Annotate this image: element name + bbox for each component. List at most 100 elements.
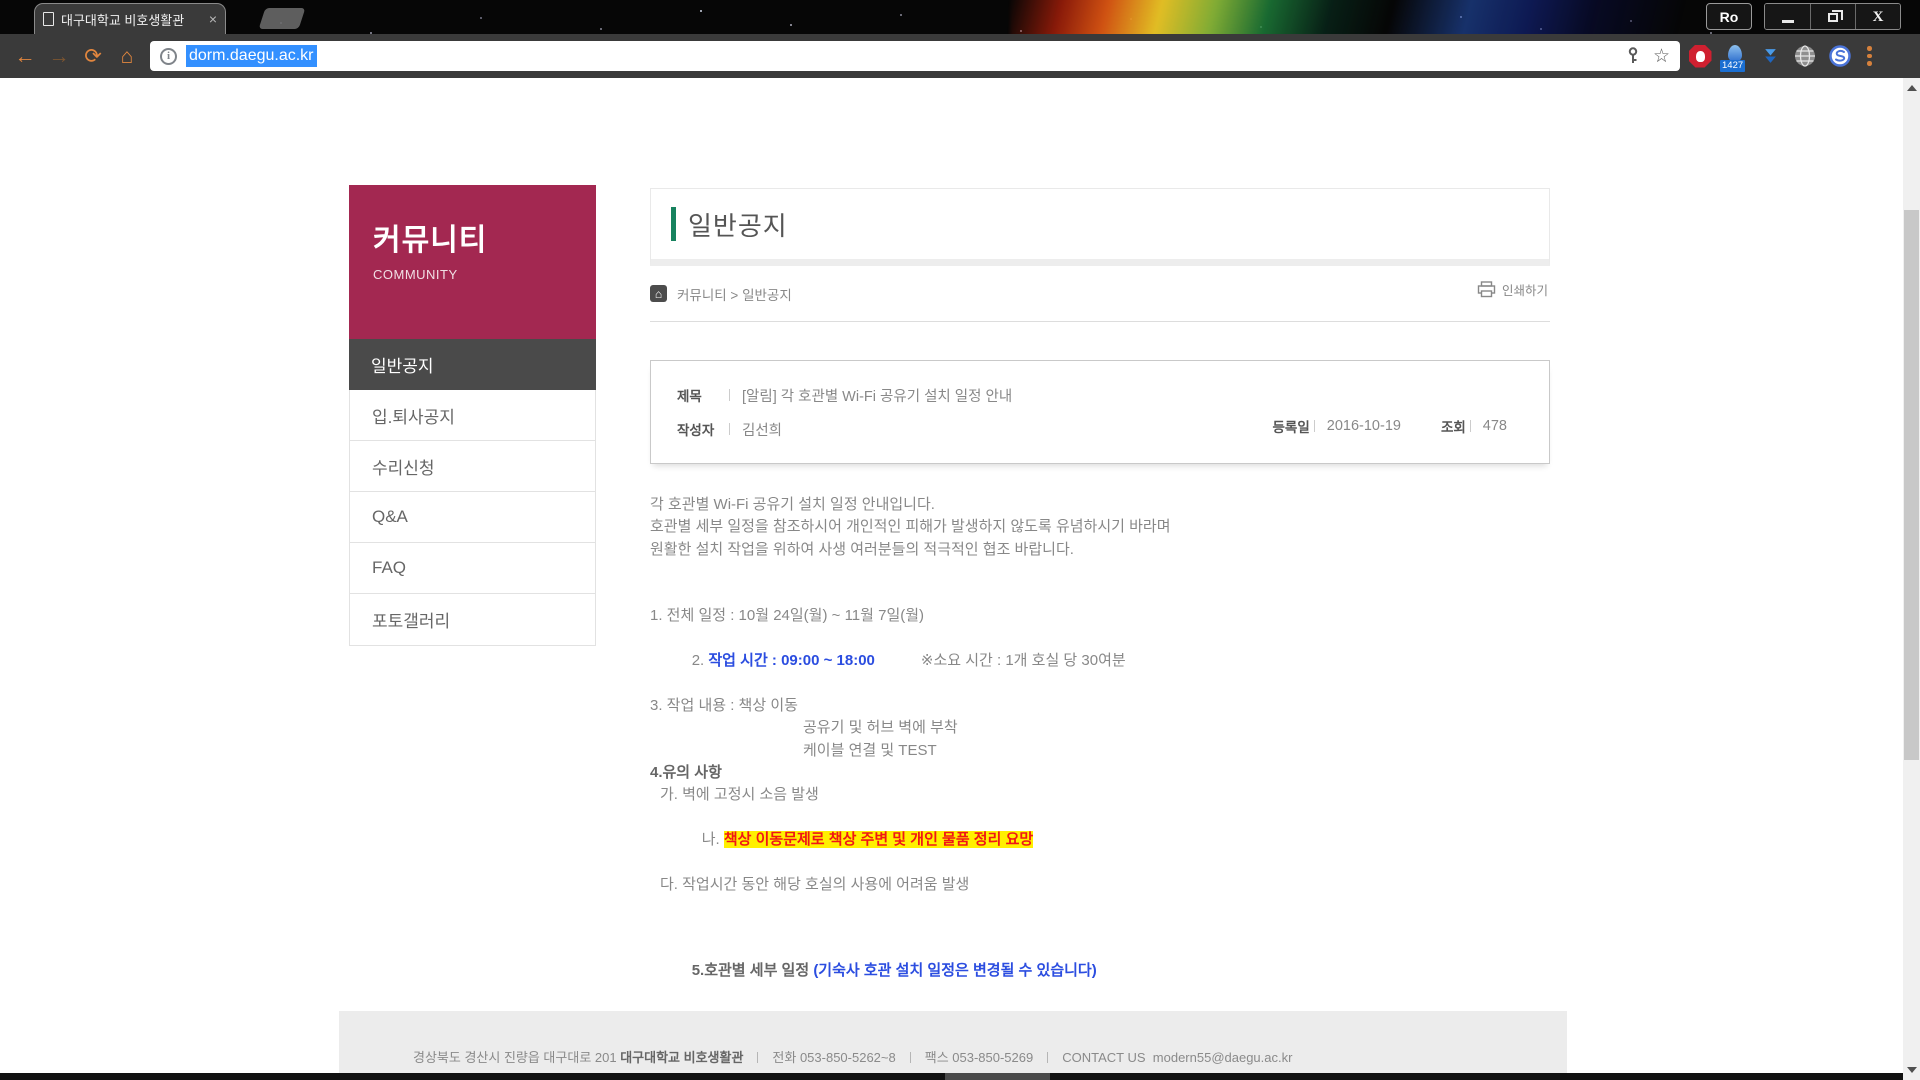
page-title: 일반공지 bbox=[688, 206, 788, 243]
sidebar-item-general-notice[interactable]: 일반공지 bbox=[349, 339, 596, 390]
sidebar-menu: 일반공지 입.퇴사공지 수리신청 Q&A FAQ 포토갤러리 bbox=[349, 339, 596, 646]
key-icon[interactable] bbox=[1625, 47, 1641, 65]
notice-date: 2016-10-19 bbox=[1327, 418, 1401, 434]
browser-window: 대구대학교 비호생활관 × Ro X ← → ⟳ ⌂ i dorm.daegu.… bbox=[0, 0, 1920, 1080]
sidebar-item-movein-notice[interactable]: 입.퇴사공지 bbox=[350, 390, 595, 441]
body-line: 공유기 및 허브 벽에 부착 bbox=[650, 717, 1550, 739]
sidebar-subtitle: COMMUNITY bbox=[373, 267, 572, 282]
new-tab-button[interactable] bbox=[259, 8, 306, 29]
notice-author: 김선희 bbox=[742, 419, 782, 440]
rainbow-wallpaper bbox=[1010, 0, 1770, 34]
sidebar: 커뮤니티 COMMUNITY 일반공지 입.퇴사공지 수리신청 Q&A FAQ … bbox=[349, 185, 596, 646]
divider bbox=[1470, 420, 1471, 432]
divider bbox=[729, 389, 730, 401]
views-label: 조회 bbox=[1441, 416, 1466, 436]
browser-tab[interactable]: 대구대학교 비호생활관 × bbox=[34, 3, 226, 34]
adblock-extension-icon[interactable] bbox=[1688, 44, 1712, 68]
restore-button[interactable] bbox=[1810, 4, 1855, 30]
date-label: 등록일 bbox=[1273, 416, 1310, 436]
footer-tel: 전화 053-850-5262~8 bbox=[772, 1050, 895, 1065]
notice-subject: [알림] 각 호관별 Wi-Fi 공유기 설치 일정 안내 bbox=[742, 385, 1012, 406]
section-heading: 4.유의 사항 bbox=[650, 764, 722, 781]
main-content: 일반공지 ⌂ 커뮤니티 > 일반공지 인쇄하기 제목 bbox=[650, 188, 1550, 1080]
body-text: 가. 벽에 고정시 소음 발생 bbox=[660, 786, 819, 803]
body-line: 각 호관별 Wi-Fi 공유기 설치 일정 안내입니다. bbox=[650, 494, 1550, 516]
body-text: ※소요 시간 : 1개 호실 당 30여분 bbox=[921, 652, 1126, 669]
download-manager-extension-icon[interactable]: 1427 bbox=[1723, 44, 1747, 68]
divider bbox=[1314, 420, 1315, 432]
taskbar-edge bbox=[0, 1073, 1920, 1080]
chrome-menu-icon[interactable] bbox=[1867, 46, 1872, 66]
wave-extension-icon[interactable] bbox=[1828, 44, 1852, 68]
globe-extension-icon[interactable] bbox=[1793, 44, 1817, 68]
notice-meta: 등록일 2016-10-19 조회 478 bbox=[1273, 416, 1507, 436]
body-line: 나. 책상 이동문제로 책상 주변 및 개인 물품 정리 요망 bbox=[650, 807, 1550, 874]
close-icon: X bbox=[1873, 9, 1884, 26]
body-line: 5.호관별 세부 일정 (기숙사 호관 설치 일정은 변경될 수 있습니다) bbox=[650, 938, 1550, 1005]
scroll-down-icon[interactable] bbox=[1907, 1067, 1917, 1073]
body-text: 나. bbox=[702, 831, 724, 848]
notice-views: 478 bbox=[1483, 418, 1507, 434]
download-count-badge: 1427 bbox=[1720, 60, 1745, 72]
download-arrow-extension-icon[interactable] bbox=[1758, 44, 1782, 68]
body-text: 다. 작업시간 동안 해당 호실의 사용에 어려움 발생 bbox=[660, 876, 969, 893]
forward-button[interactable]: → bbox=[42, 41, 76, 71]
printer-icon bbox=[1477, 281, 1496, 298]
body-text: 3. 작업 내용 : 책상 이동 bbox=[650, 697, 798, 714]
print-label: 인쇄하기 bbox=[1502, 280, 1548, 299]
footer-contact-label: CONTACT US bbox=[1062, 1050, 1145, 1065]
refresh-button[interactable]: ⟳ bbox=[76, 41, 110, 71]
scrollbar-thumb[interactable] bbox=[1904, 210, 1919, 760]
print-button[interactable]: 인쇄하기 bbox=[1477, 280, 1548, 299]
page-favicon-icon bbox=[43, 12, 54, 26]
body-line: 케이블 연결 및 TEST bbox=[650, 740, 1550, 762]
bookmark-star-icon[interactable]: ☆ bbox=[1653, 45, 1670, 68]
sidebar-item-photo-gallery[interactable]: 포토갤러리 bbox=[350, 594, 595, 645]
footer-contact-line: 경상북도 경산시 진량읍 대구대로 201 대구대학교 비호생활관전화 053-… bbox=[413, 1047, 1567, 1066]
scroll-up-icon[interactable] bbox=[1907, 85, 1917, 91]
divider bbox=[757, 1052, 758, 1063]
address-bar[interactable]: i dorm.daegu.ac.kr ☆ bbox=[150, 41, 1680, 71]
work-hours-highlight: 작업 시간 : 09:00 ~ 18:00 bbox=[708, 652, 875, 669]
title-accent-bar bbox=[671, 207, 676, 241]
home-icon[interactable]: ⌂ bbox=[650, 285, 667, 302]
breadcrumb: 커뮤니티 > 일반공지 bbox=[677, 284, 792, 304]
sidebar-item-faq[interactable]: FAQ bbox=[350, 543, 595, 594]
sidebar-title: 커뮤니티 bbox=[373, 215, 572, 259]
profile-button[interactable]: Ro bbox=[1706, 3, 1752, 30]
body-text: 1. 전체 일정 : 10월 24일(월) ~ 11월 7일(월) bbox=[650, 607, 924, 624]
window-controls: X bbox=[1764, 3, 1901, 30]
body-line: 3. 작업 내용 : 책상 이동 bbox=[650, 695, 1550, 717]
alert-highlight: 책상 이동문제로 책상 주변 및 개인 물품 정리 요망 bbox=[724, 831, 1033, 848]
body-text: 원활한 설치 작업을 위하여 사생 여러분들의 적극적인 협조 바랍니다. bbox=[650, 541, 1074, 558]
body-line: 다. 작업시간 동안 해당 호실의 사용에 어려움 발생 bbox=[650, 874, 1550, 896]
notice-info-box: 제목 [알림] 각 호관별 Wi-Fi 공유기 설치 일정 안내 작성자 김선희… bbox=[650, 360, 1550, 464]
tab-title: 대구대학교 비호생활관 bbox=[61, 10, 202, 29]
schedule-note-highlight: (기숙사 호관 설치 일정은 변경될 수 있습니다) bbox=[813, 962, 1096, 979]
minimize-button[interactable] bbox=[1765, 4, 1810, 30]
body-line: 가. 벽에 고정시 소음 발생 bbox=[650, 784, 1550, 806]
footer-email[interactable]: modern55@daegu.ac.kr bbox=[1153, 1050, 1293, 1065]
footer-fax: 팩스 053-850-5269 bbox=[925, 1050, 1034, 1065]
footer-site-name: 대구대학교 비호생활관 bbox=[620, 1050, 743, 1065]
body-text: 호관별 세부 일정을 참조하시어 개인적인 피해가 발생하지 않도록 유념하시기… bbox=[650, 518, 1171, 535]
sidebar-item-qna[interactable]: Q&A bbox=[350, 492, 595, 543]
sidebar-header: 커뮤니티 COMMUNITY bbox=[349, 185, 596, 339]
body-line: 호관별 세부 일정을 참조하시어 개인적인 피해가 발생하지 않도록 유념하시기… bbox=[650, 516, 1550, 538]
divider bbox=[729, 423, 730, 435]
taskbar-peek bbox=[945, 1073, 1050, 1080]
url-text[interactable]: dorm.daegu.ac.kr bbox=[186, 45, 317, 67]
page-info-icon[interactable]: i bbox=[160, 48, 177, 65]
back-button[interactable]: ← bbox=[8, 41, 42, 71]
page-background: 커뮤니티 COMMUNITY 일반공지 입.퇴사공지 수리신청 Q&A FAQ … bbox=[0, 78, 1920, 1080]
tab-close-icon[interactable]: × bbox=[209, 12, 217, 26]
body-text: 각 호관별 Wi-Fi 공유기 설치 일정 안내입니다. bbox=[650, 496, 935, 513]
divider bbox=[910, 1052, 911, 1063]
sidebar-item-repair-request[interactable]: 수리신청 bbox=[350, 441, 595, 492]
site-footer: 경상북도 경산시 진량읍 대구대로 201 대구대학교 비호생활관전화 053-… bbox=[339, 1011, 1567, 1080]
close-button[interactable]: X bbox=[1855, 4, 1900, 30]
body-line: 4.유의 사항 bbox=[650, 762, 1550, 784]
scrollbar[interactable] bbox=[1903, 78, 1920, 1080]
home-button[interactable]: ⌂ bbox=[110, 41, 144, 71]
section-heading: 5.호관별 세부 일정 bbox=[692, 962, 814, 979]
